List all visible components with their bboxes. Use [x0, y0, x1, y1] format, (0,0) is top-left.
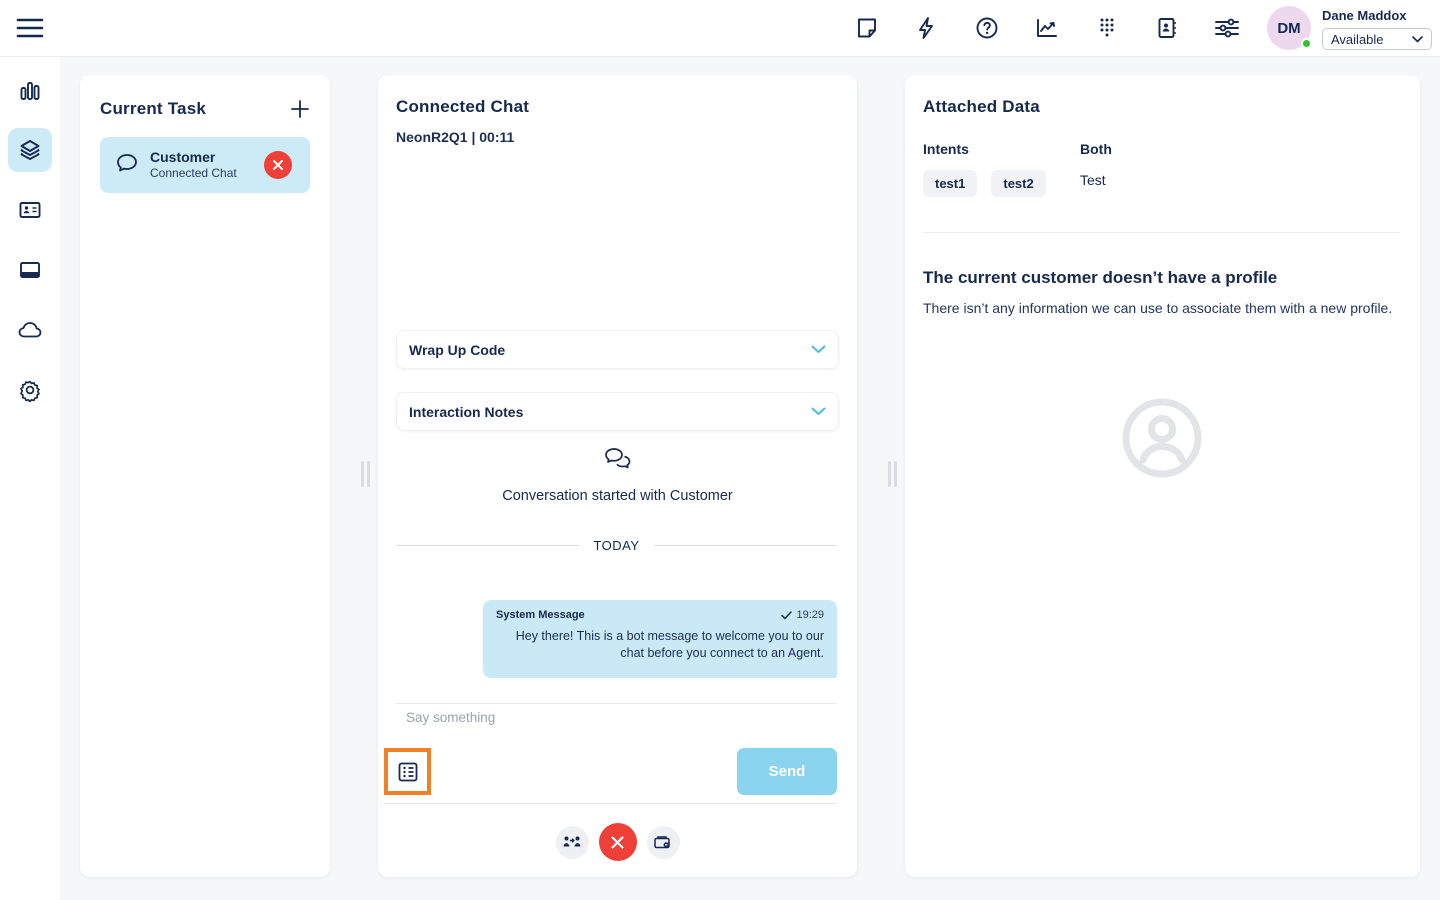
user-avatar[interactable]: DM: [1267, 6, 1312, 50]
chat-action-bar: [378, 823, 857, 861]
connected-chat-panel: Connected Chat NeonR2Q1 | 00:11 Wrap Up …: [378, 75, 857, 877]
delivered-check-icon: [781, 610, 793, 619]
chat-title: Connected Chat: [396, 97, 530, 116]
panel-resize-handle-right[interactable]: [888, 461, 900, 487]
topbar-icon-group: [837, 0, 1257, 56]
sidebar-item-reporting[interactable]: [8, 69, 52, 113]
sidebar-item-browser[interactable]: [8, 248, 52, 292]
sidebar-item-settings[interactable]: [8, 368, 52, 412]
chat-message-input[interactable]: [406, 710, 826, 725]
section-divider: [923, 232, 1400, 233]
both-group: Both Test: [1080, 141, 1112, 188]
empty-profile-icon: [1121, 397, 1203, 484]
both-label: Both: [1080, 141, 1112, 157]
bar-chart-icon: [20, 82, 40, 100]
address-book-icon[interactable]: [1137, 0, 1197, 56]
chevron-down-icon: [811, 345, 826, 353]
both-value: Test: [1080, 172, 1106, 188]
intent-tag: test1: [923, 170, 978, 197]
conversation-start-notice: Conversation started with Customer: [378, 447, 857, 504]
intents-group: Intents test1 test2: [923, 141, 1046, 197]
help-icon[interactable]: [957, 0, 1017, 56]
system-message-bubble: System Message 19:29 Hey there! This is …: [483, 600, 837, 678]
interaction-notes-label: Interaction Notes: [409, 403, 524, 420]
message-text: Hey there! This is a bot message to welc…: [515, 629, 824, 660]
no-profile-title: The current customer doesn’t have a prof…: [923, 268, 1278, 287]
record-device-icon: [654, 836, 670, 849]
quick-replies-button[interactable]: [384, 748, 431, 795]
intent-tag: test2: [991, 170, 1046, 197]
record-button[interactable]: [646, 825, 680, 859]
conversation-icon: [604, 448, 630, 469]
user-name: Dane Maddox: [1322, 8, 1407, 23]
day-divider-label: TODAY: [593, 538, 640, 553]
availability-select[interactable]: Available: [1322, 28, 1432, 50]
performance-icon[interactable]: [1017, 0, 1077, 56]
actions-divider: [383, 803, 837, 804]
contact-card-icon: [19, 202, 41, 218]
chevron-down-icon: [811, 407, 826, 415]
current-task-panel: Current Task Customer Connected Chat: [80, 75, 330, 877]
quick-launch-icon[interactable]: [897, 0, 957, 56]
end-chat-button[interactable]: [598, 823, 637, 861]
task-type: Connected Chat: [150, 166, 237, 180]
sidebar-item-directory[interactable]: [8, 188, 52, 232]
message-sender: System Message: [496, 609, 585, 621]
list-icon: [398, 762, 417, 781]
task-name: Customer: [150, 149, 216, 165]
intents-label: Intents: [923, 141, 969, 157]
panel-resize-handle-left[interactable]: [361, 461, 373, 487]
close-task-button[interactable]: [264, 151, 292, 179]
send-button[interactable]: Send: [737, 748, 837, 795]
attached-data-panel: Attached Data Intents test1 test2 Both T…: [905, 75, 1420, 877]
task-card-customer[interactable]: Customer Connected Chat: [100, 137, 310, 193]
transfer-button[interactable]: [555, 825, 589, 859]
cloud-icon: [18, 322, 42, 338]
day-divider: TODAY: [396, 538, 837, 553]
hamburger-menu-icon[interactable]: [16, 16, 44, 40]
availability-dot: [1301, 38, 1312, 49]
gear-icon: [20, 380, 40, 402]
interaction-notes-dropdown[interactable]: Interaction Notes: [396, 392, 839, 431]
close-icon: [611, 835, 624, 849]
chevron-down-icon: [1412, 35, 1423, 43]
wrap-up-code-dropdown[interactable]: Wrap Up Code: [396, 330, 839, 369]
conversation-start-text: Conversation started with Customer: [502, 488, 733, 504]
dialpad-icon[interactable]: [1077, 0, 1137, 56]
attached-data-title: Attached Data: [923, 97, 1040, 116]
main-content: Current Task Customer Connected Chat Con…: [60, 57, 1440, 900]
sidebar-item-interactions[interactable]: [8, 128, 52, 172]
no-profile-description: There isn’t any information we can use t…: [923, 300, 1393, 316]
availability-value: Available: [1331, 31, 1384, 47]
top-bar: DM Dane Maddox Available: [0, 0, 1440, 57]
layers-icon: [20, 140, 40, 160]
input-divider: [396, 703, 837, 704]
settings-sliders-icon[interactable]: [1197, 0, 1257, 56]
app-sidebar: [0, 57, 60, 900]
chat-bubble-icon: [114, 151, 140, 180]
chat-session-info: NeonR2Q1 | 00:11: [396, 129, 515, 145]
wrap-up-code-label: Wrap Up Code: [409, 341, 506, 358]
close-icon: [273, 160, 283, 170]
transfer-people-icon: [563, 836, 581, 847]
message-time: 19:29: [796, 609, 824, 621]
window-icon: [20, 262, 40, 278]
notes-icon[interactable]: [837, 0, 897, 56]
add-task-button[interactable]: [288, 97, 312, 121]
avatar-initials: DM: [1277, 19, 1301, 37]
sidebar-item-cloud[interactable]: [8, 308, 52, 352]
current-task-title: Current Task: [100, 99, 207, 118]
